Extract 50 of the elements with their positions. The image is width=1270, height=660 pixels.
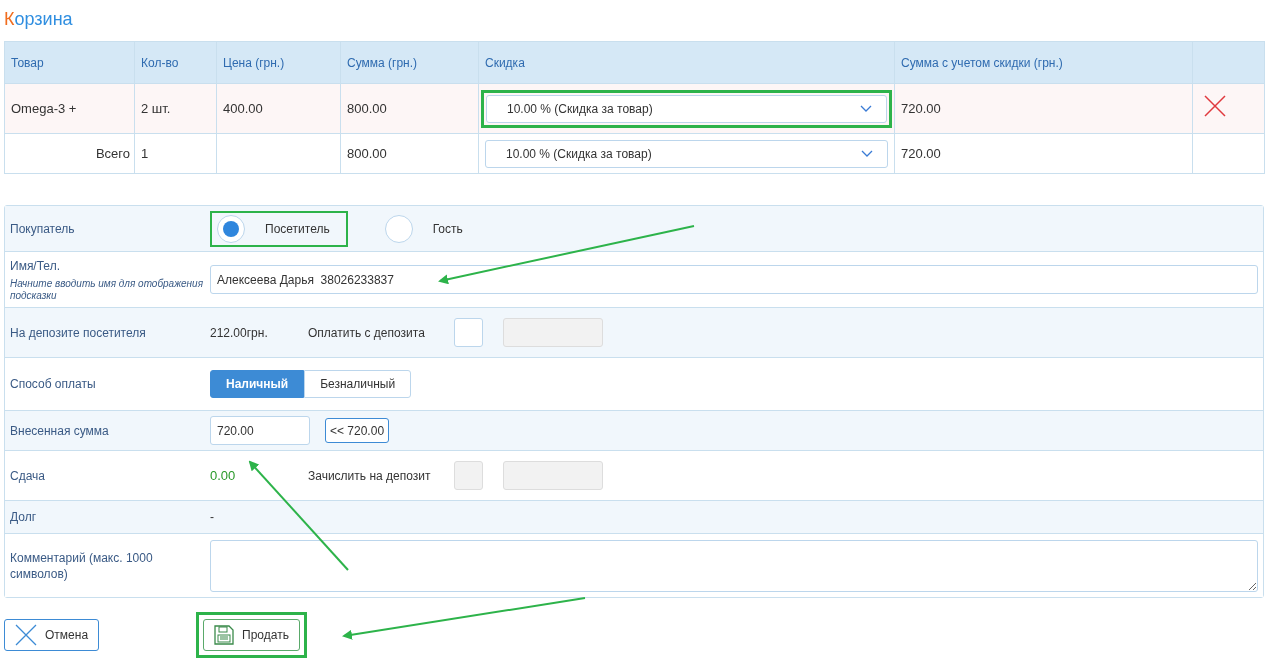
field-label: Сдача xyxy=(10,467,46,484)
page-title: орзина xyxy=(14,8,73,31)
table-cell: 800.00 xyxy=(347,100,387,116)
field-value: - xyxy=(210,509,214,526)
table-cell: 1 xyxy=(141,145,149,161)
field-label: Внесенная сумма xyxy=(10,422,110,439)
discount-dropdown[interactable]: 10.00 % (Скидка за товар) xyxy=(486,94,887,123)
sell-button[interactable]: Продать xyxy=(203,619,300,651)
radio-button[interactable] xyxy=(217,214,245,243)
checkbox-label: Зачислить на депозит xyxy=(308,467,432,485)
chevron-down-icon xyxy=(861,149,873,158)
balance-amount: 0.00 xyxy=(210,466,237,485)
balance-amount: 212.00грн. xyxy=(210,324,268,342)
payment-method-tab[interactable]: Безналичный xyxy=(304,370,412,398)
table-cell: 720.00 xyxy=(901,145,941,161)
column-header: Сумма с учетом скидки (грн.) xyxy=(894,41,1193,84)
title-initial: К xyxy=(4,8,15,31)
delete-icon[interactable] xyxy=(1203,93,1227,118)
column-header: Цена (грн.) xyxy=(216,41,341,84)
table-cell: Всего xyxy=(95,145,130,161)
field-label: Способ оплаты xyxy=(10,376,97,392)
column-header: Сумма (грн.) xyxy=(340,41,479,84)
field-label: На депозите посетителя xyxy=(10,324,147,341)
field-label: Покупатель xyxy=(10,220,76,237)
radio-option[interactable]: Посетитель xyxy=(210,210,348,247)
table-cell: 720.00 xyxy=(901,100,941,116)
comment-textarea[interactable] xyxy=(210,539,1258,592)
cancel-button[interactable]: Отмена xyxy=(4,619,100,651)
checkbox[interactable] xyxy=(454,318,483,347)
amount-input[interactable]: 720.00 xyxy=(210,416,310,445)
discount-dropdown[interactable]: 10.00 % (Скидка за товар) xyxy=(485,139,888,168)
table-cell: 800.00 xyxy=(347,145,387,161)
field-label: Имя/Тел. xyxy=(10,258,61,275)
field-label: Долг xyxy=(10,509,38,525)
radio-option[interactable]: Гость xyxy=(377,210,481,247)
column-header: Кол-во xyxy=(134,41,217,84)
table-cell: 2 шт. xyxy=(141,100,171,116)
column-header: Скидка xyxy=(478,41,895,84)
payment-method-tab[interactable]: Наличный xyxy=(210,370,305,398)
chevron-down-icon xyxy=(860,104,872,113)
radio-button[interactable] xyxy=(384,214,413,243)
name-phone-input[interactable]: Алексеева Дарья 38026233837 xyxy=(210,265,1258,294)
column-header: Товар xyxy=(4,41,135,84)
fill-amount-button[interactable]: << 720.00 xyxy=(325,418,390,443)
field-hint: Начните вводить имя для отображения подсказки xyxy=(10,278,205,302)
checkbox-label: Оплатить с депозита xyxy=(308,324,426,342)
table-cell: 400.00 xyxy=(223,100,263,116)
field-label: Комментарий (макс. 1000 символов) xyxy=(10,549,154,582)
table-cell: Omega-3 + xyxy=(11,100,77,116)
close-icon xyxy=(15,624,37,646)
